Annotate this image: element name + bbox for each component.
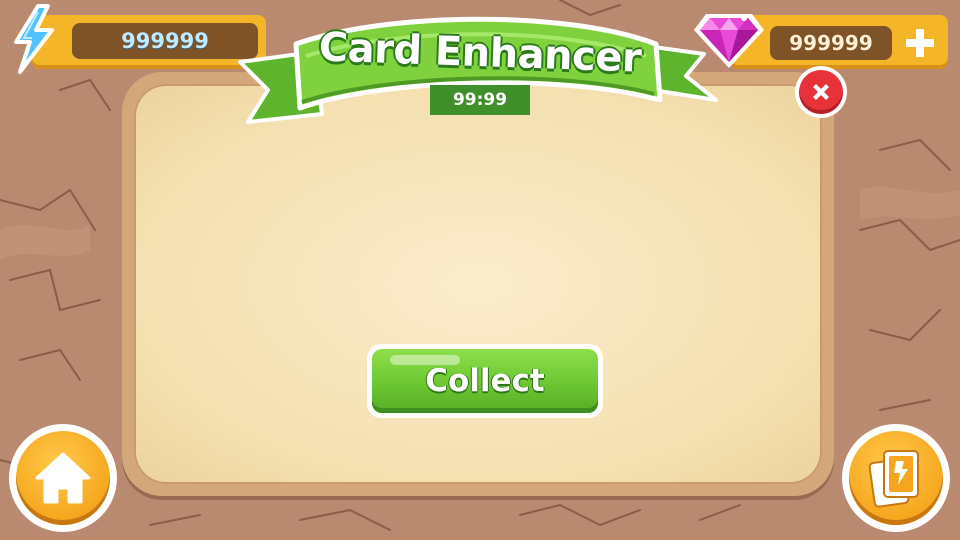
collect-button[interactable]: Collect (367, 344, 603, 418)
home-button[interactable] (9, 424, 117, 532)
lightning-bolt-icon (14, 4, 54, 74)
card-enhancer-panel (122, 72, 834, 496)
home-icon (35, 452, 91, 504)
button-shine (390, 355, 460, 365)
panel-parchment (134, 84, 822, 484)
countdown-timer: 99:99 (430, 85, 530, 115)
plus-icon (906, 29, 934, 57)
energy-counter-bar: 999999 (32, 15, 266, 69)
gem-value: 999999 (770, 26, 892, 60)
close-button[interactable] (795, 66, 847, 118)
panel-title: Card Enhancer (318, 24, 642, 82)
add-gems-button[interactable] (900, 25, 940, 61)
card-deck-icon (868, 450, 919, 508)
close-x-icon (813, 84, 829, 100)
collect-button-label: Collect (425, 363, 545, 399)
energy-value: 999999 (72, 23, 258, 59)
card-collection-button[interactable] (842, 424, 950, 532)
